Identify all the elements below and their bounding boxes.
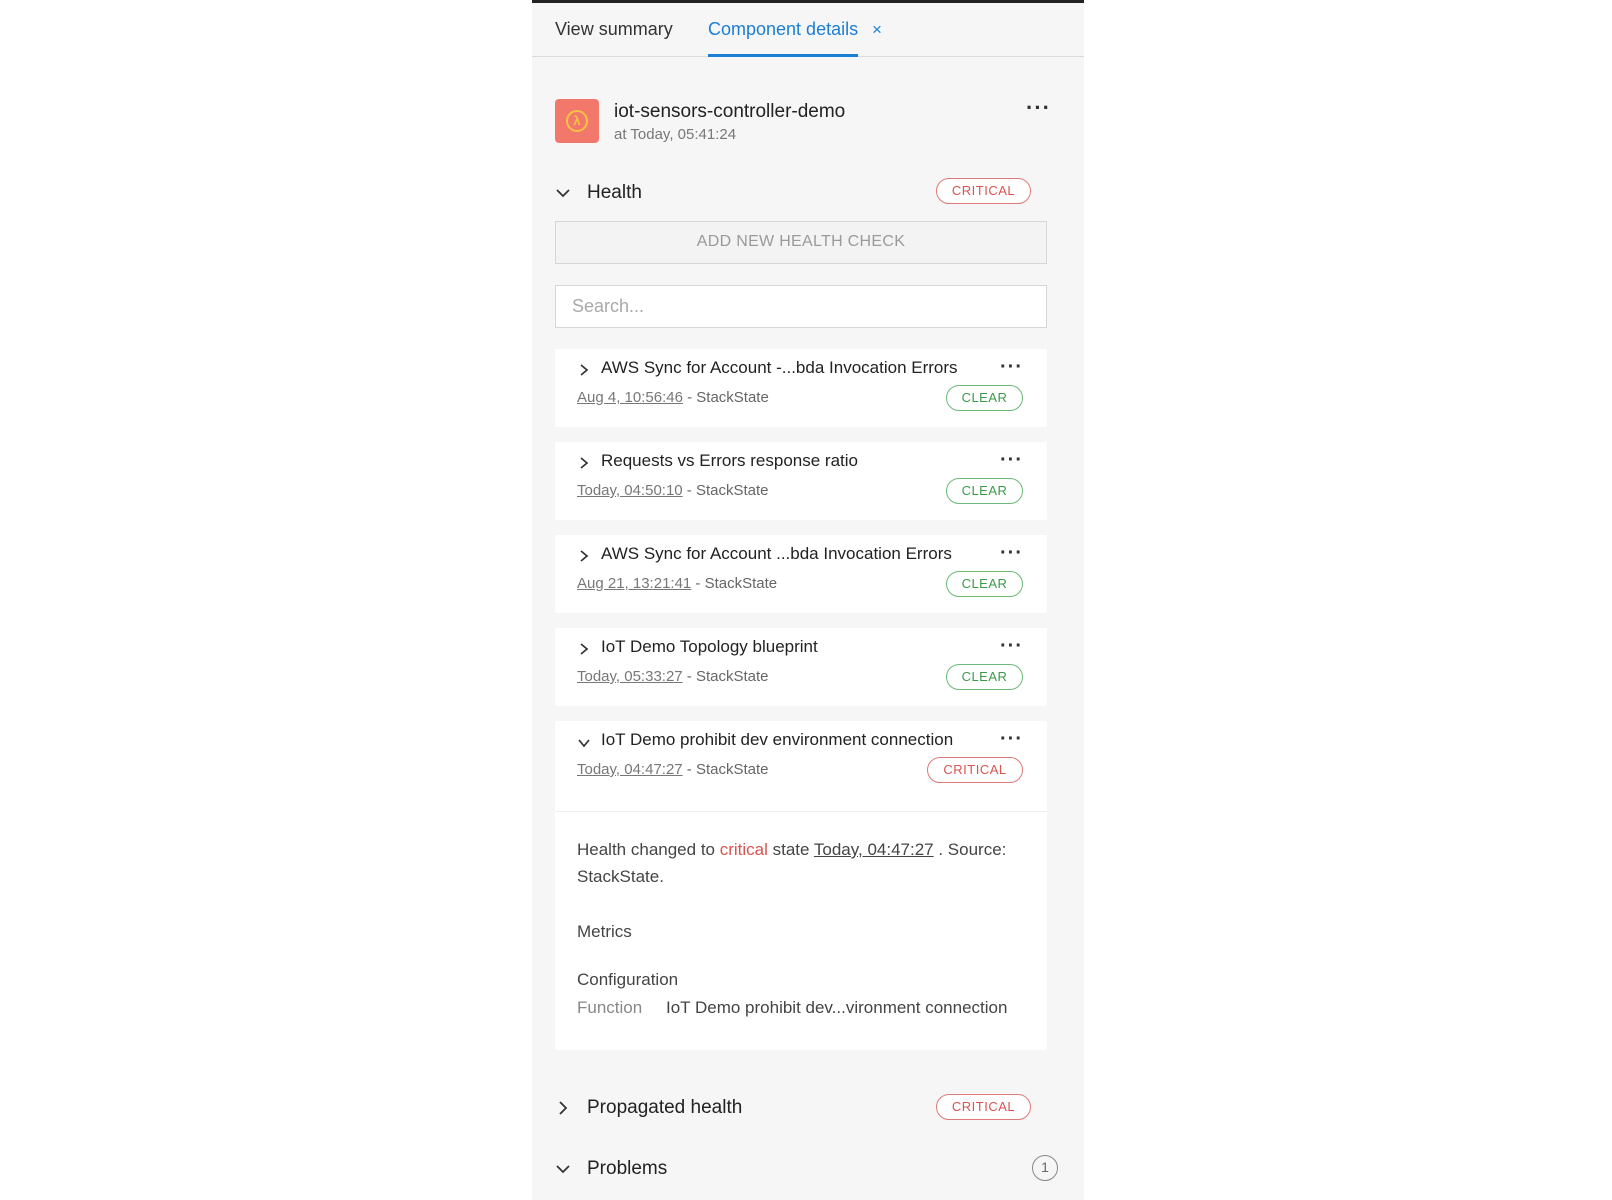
component-timestamp: at Today, 05:41:24 xyxy=(614,126,737,143)
close-icon[interactable]: × xyxy=(872,20,882,40)
health-check-source: - StackState xyxy=(682,761,769,778)
status-badge: CLEAR xyxy=(946,478,1023,504)
chevron-down-icon[interactable] xyxy=(555,1161,571,1177)
more-options-icon[interactable]: ··· xyxy=(1000,636,1023,656)
chevron-right-icon[interactable] xyxy=(577,549,591,563)
status-badge: CRITICAL xyxy=(927,757,1023,783)
health-check-item[interactable]: AWS Sync for Account ...bda Invocation E… xyxy=(555,535,1047,613)
health-check-item[interactable]: Requests vs Errors response ratio ··· To… xyxy=(555,442,1047,520)
health-check-title: AWS Sync for Account -...bda Invocation … xyxy=(601,358,958,377)
health-check-time[interactable]: Aug 4, 10:56:46 xyxy=(577,389,683,406)
health-status-badge: CRITICAL xyxy=(936,178,1031,204)
problems-count-badge: 1 xyxy=(1032,1155,1058,1181)
health-section-title[interactable]: Health xyxy=(587,182,642,204)
propagated-health-section-title[interactable]: Propagated health xyxy=(587,1097,742,1119)
health-change-message: Health changed to critical state Today, … xyxy=(577,840,1007,886)
status-badge: CLEAR xyxy=(946,571,1023,597)
health-check-time[interactable]: Today, 05:33:27 xyxy=(577,668,683,685)
health-check-title: AWS Sync for Account ...bda Invocation E… xyxy=(601,544,952,563)
chevron-right-icon[interactable] xyxy=(577,363,591,377)
metrics-label: Metrics xyxy=(577,922,632,941)
health-check-time[interactable]: Today, 04:47:27 xyxy=(577,761,683,778)
search-input[interactable] xyxy=(555,285,1047,328)
health-check-source: - StackState xyxy=(682,482,769,499)
chevron-right-icon[interactable] xyxy=(577,642,591,656)
function-value: IoT Demo prohibit dev...vironment connec… xyxy=(666,998,1008,1017)
status-badge: CLEAR xyxy=(946,664,1023,690)
critical-state-text: critical xyxy=(719,840,768,859)
add-health-check-button[interactable]: ADD NEW HEALTH CHECK xyxy=(555,221,1047,264)
health-check-source: - StackState xyxy=(682,389,769,406)
chevron-right-icon[interactable] xyxy=(577,456,591,470)
health-check-time[interactable]: Aug 21, 13:21:41 xyxy=(577,575,691,592)
function-key: Function xyxy=(577,998,643,1017)
configuration-label: Configuration xyxy=(577,970,679,989)
health-check-detail: Health changed to critical state Today, … xyxy=(555,811,1047,1017)
tab-bar: View summary Component details × xyxy=(532,3,1084,57)
problems-section-title[interactable]: Problems xyxy=(587,1158,667,1180)
health-check-item[interactable]: AWS Sync for Account -...bda Invocation … xyxy=(555,349,1047,427)
chevron-down-icon[interactable] xyxy=(577,736,591,750)
health-check-title: Requests vs Errors response ratio xyxy=(601,451,858,470)
propagated-health-badge: CRITICAL xyxy=(936,1094,1031,1120)
chevron-right-icon[interactable] xyxy=(555,1100,571,1116)
health-change-time[interactable]: Today, 04:47:27 xyxy=(814,840,934,859)
health-check-title: IoT Demo Topology blueprint xyxy=(601,637,818,656)
health-check-item-expanded[interactable]: IoT Demo prohibit dev environment connec… xyxy=(555,721,1047,1050)
status-badge: CLEAR xyxy=(946,385,1023,411)
lambda-icon: λ xyxy=(555,99,599,143)
tab-component-details[interactable]: Component details xyxy=(708,19,859,57)
more-options-icon[interactable]: ··· xyxy=(1000,729,1023,749)
health-check-time[interactable]: Today, 04:50:10 xyxy=(577,482,683,499)
more-options-icon[interactable]: ··· xyxy=(1000,450,1023,470)
component-details-panel: View summary Component details × λ iot-s… xyxy=(532,0,1084,1200)
health-check-item[interactable]: IoT Demo Topology blueprint ··· Today, 0… xyxy=(555,628,1047,706)
more-options-icon[interactable]: ··· xyxy=(1000,543,1023,563)
health-check-source: - StackState xyxy=(691,575,778,592)
component-title: iot-sensors-controller-demo xyxy=(614,101,846,122)
more-options-icon[interactable]: ··· xyxy=(1000,357,1023,377)
health-check-title: IoT Demo prohibit dev environment connec… xyxy=(601,730,954,749)
chevron-down-icon[interactable] xyxy=(555,185,571,201)
more-options-icon[interactable]: ··· xyxy=(1026,97,1051,119)
tab-view-summary[interactable]: View summary xyxy=(555,19,673,57)
health-check-source: - StackState xyxy=(682,668,769,685)
